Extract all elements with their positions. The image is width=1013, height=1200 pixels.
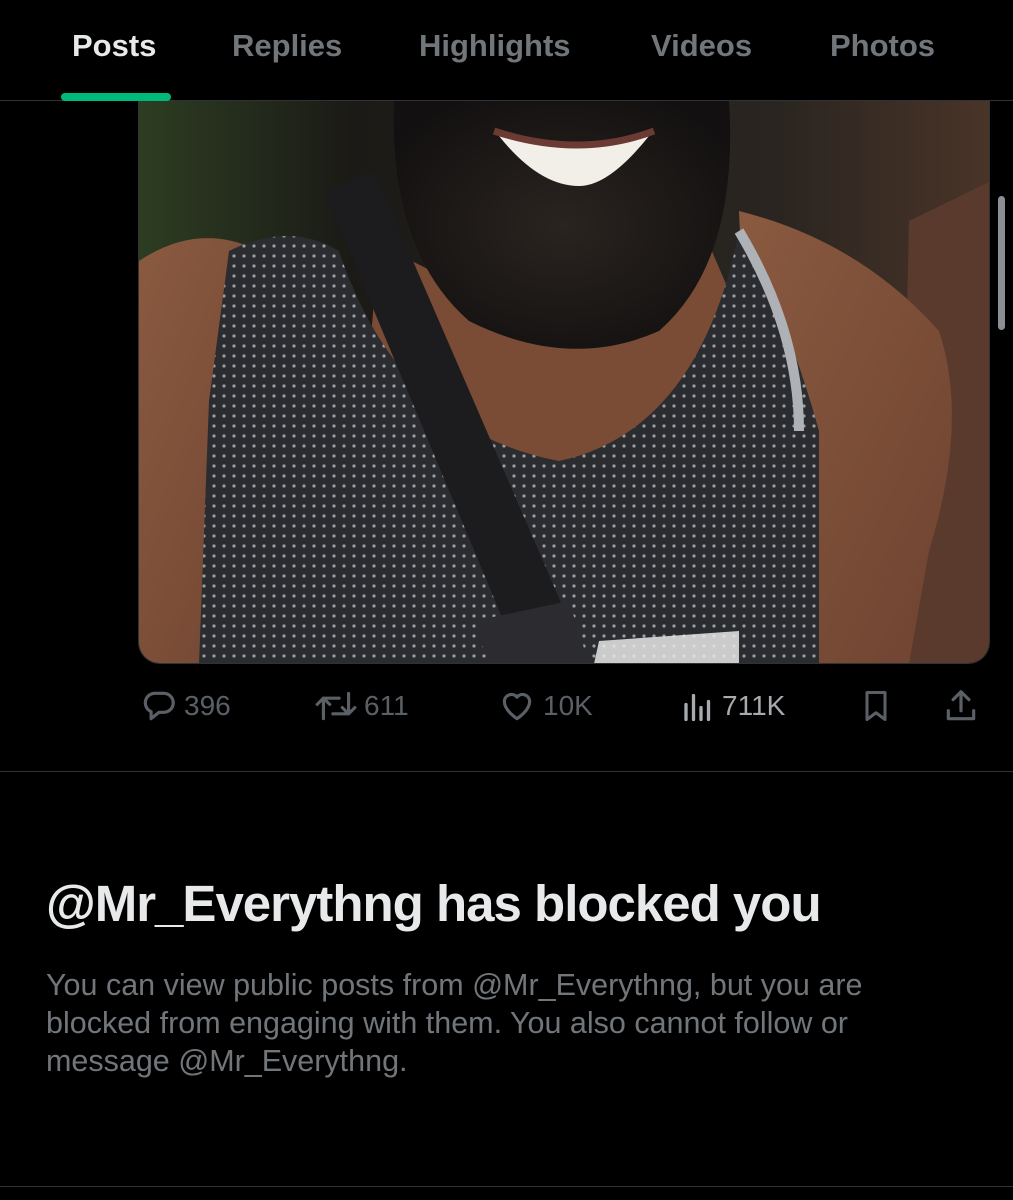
post-photo[interactable] [138,101,990,664]
divider [0,1186,1013,1187]
post-action-bar: 396 611 10K 711K [0,676,1013,736]
views-icon [680,687,716,725]
active-tab-indicator [61,93,171,101]
like-button[interactable]: 10K [497,684,593,728]
blocked-title: @Mr_Everythng has blocked you [46,875,822,932]
repost-count: 611 [364,690,409,721]
tab-replies[interactable]: Replies [232,24,342,68]
reply-button[interactable]: 396 [140,684,231,728]
blocked-description: You can view public posts from @Mr_Every… [46,966,966,1080]
profile-tabs: Posts Replies Highlights Videos Photos [0,0,1013,101]
blocked-description-line: You can view public posts from @Mr_Every… [46,968,863,1002]
divider [0,771,1013,772]
reply-icon [140,687,178,725]
heart-icon [497,687,537,725]
blocked-description-line: blocked from engaging with them. You als… [46,1006,848,1040]
tab-highlights[interactable]: Highlights [419,24,571,68]
bookmark-icon [858,687,894,725]
photo-image [139,101,989,663]
like-count: 10K [543,690,593,721]
tab-videos[interactable]: Videos [651,24,752,68]
share-button[interactable] [942,684,980,728]
tab-photos[interactable]: Photos [830,24,935,68]
blocked-description-line: message @Mr_Everythng. [46,1044,408,1078]
repost-icon [314,687,358,725]
tab-posts[interactable]: Posts [72,24,156,68]
profile-page: Posts Replies Highlights Videos Photos 3… [0,0,1013,1200]
scrollbar[interactable] [998,196,1005,330]
views-button[interactable]: 711K [680,684,785,728]
bookmark-button[interactable] [858,684,894,728]
share-icon [942,687,980,725]
views-count: 711K [722,690,786,721]
reply-count: 396 [184,690,231,721]
repost-button[interactable]: 611 [314,684,409,728]
